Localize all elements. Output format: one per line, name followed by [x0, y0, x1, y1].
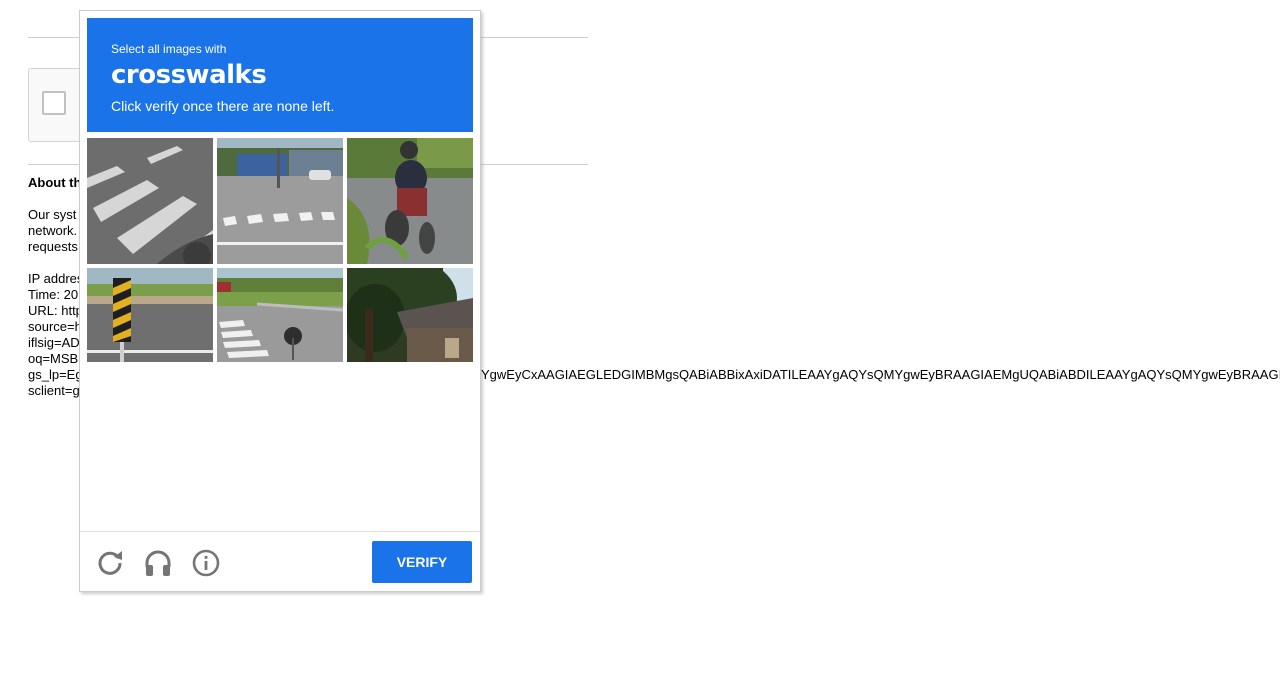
recaptcha-checkbox[interactable] [42, 91, 66, 115]
paragraph-line: network. [28, 223, 78, 238]
captcha-header: Select all images with crosswalks Click … [87, 18, 473, 132]
info-line: URL: http [28, 303, 83, 318]
info-line: source=h [28, 319, 82, 334]
info-line: iflsig=AD [28, 335, 80, 350]
overflow-url-text: YgwEyCxAAGIAEGLEDGIMBMgsQABiABBixAxiDATI… [481, 367, 1280, 382]
headphones-icon[interactable] [142, 547, 174, 579]
captcha-tile-tree-house[interactable] [347, 268, 473, 362]
reload-icon[interactable] [94, 547, 126, 579]
captcha-tile-motorcycle[interactable] [347, 138, 473, 264]
info-line: gs_lp=Eg [28, 367, 83, 382]
captcha-tile-road-marker[interactable] [87, 268, 213, 362]
captcha-subinstruction: Click verify once there are none left. [111, 98, 335, 114]
info-line: sclient=g [28, 383, 80, 398]
captcha-keyword: crosswalks [111, 60, 267, 90]
verify-button[interactable]: VERIFY [372, 541, 472, 583]
footer-divider [80, 531, 480, 532]
captcha-dialog: Select all images with crosswalks Click … [79, 10, 481, 592]
info-line: Time: 20 [28, 287, 79, 302]
info-line: oq=MSB [28, 351, 79, 366]
paragraph-line: requests [28, 239, 78, 254]
paragraph-line: Our syst [28, 207, 77, 222]
captcha-tile-intersection-tram[interactable] [217, 138, 343, 264]
captcha-instruction: Select all images with [111, 42, 227, 56]
captcha-tile-crosswalk-closeup[interactable] [87, 138, 213, 264]
info-line: IP addres [28, 271, 84, 286]
captcha-tile-crosswalk-corner[interactable] [217, 268, 343, 362]
info-icon[interactable] [190, 547, 222, 579]
about-heading: About th [28, 175, 82, 190]
